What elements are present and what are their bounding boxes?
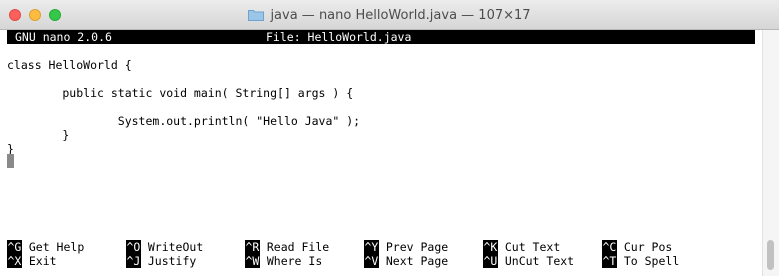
code-line: System.out.println( "Hello Java" ); <box>7 114 361 128</box>
shortcut-exit[interactable]: ^X Exit <box>7 254 57 268</box>
nano-file-label: File: HelloWorld.java <box>266 30 412 44</box>
shortcut-next-page[interactable]: ^V Next Page <box>364 254 448 268</box>
terminal-window: java — nano HelloWorld.java — 107×17 GNU… <box>0 0 779 276</box>
code-line: public static void main( String[] args )… <box>7 86 354 100</box>
window-title-group: java — nano HelloWorld.java — 107×17 <box>0 0 779 30</box>
shortcut-label: Get Help <box>28 240 85 254</box>
shortcut-prev-page[interactable]: ^Y Prev Page <box>364 240 448 254</box>
shortcut-key: ^R <box>245 240 260 254</box>
shortcut-label: WriteOut <box>147 240 204 254</box>
shortcut-key: ^G <box>7 240 22 254</box>
shortcut-key: ^C <box>602 240 617 254</box>
shortcut-get-help[interactable]: ^G Get Help <box>7 240 84 254</box>
shortcut-label: UnCut Text <box>504 254 575 268</box>
shortcut-key: ^Y <box>364 240 379 254</box>
vertical-scrollbar[interactable] <box>762 30 779 276</box>
shortcut-label: Prev Page <box>385 240 449 254</box>
shortcut-to-spell[interactable]: ^T To Spell <box>602 254 679 268</box>
window-title: java — nano HelloWorld.java — 107×17 <box>270 7 531 23</box>
shortcut-label: Exit <box>28 254 57 268</box>
shortcut-key: ^K <box>483 240 498 254</box>
text-cursor <box>7 154 14 168</box>
folder-icon <box>248 10 265 21</box>
shortcut-label: To Spell <box>623 254 680 268</box>
scrollbar-thumb[interactable] <box>767 240 774 270</box>
nano-version: GNU nano 2.0.6 <box>15 30 112 44</box>
shortcut-writeout[interactable]: ^O WriteOut <box>126 240 203 254</box>
shortcut-key: ^U <box>483 254 498 268</box>
shortcut-uncut-text[interactable]: ^U UnCut Text <box>483 254 574 268</box>
title-bar[interactable]: java — nano HelloWorld.java — 107×17 <box>0 0 779 30</box>
shortcut-cur-pos[interactable]: ^C Cur Pos <box>602 240 672 254</box>
shortcut-label: Where Is <box>266 254 323 268</box>
shortcut-label: Cut Text <box>504 240 561 254</box>
code-line: } <box>7 128 70 142</box>
shortcut-key: ^W <box>245 254 260 268</box>
shortcut-read-file[interactable]: ^R Read File <box>245 240 329 254</box>
shortcut-cut-text[interactable]: ^K Cut Text <box>483 240 560 254</box>
nano-header-bar: GNU nano 2.0.6 File: HelloWorld.java <box>7 30 755 44</box>
shortcut-key: ^J <box>126 254 141 268</box>
code-line: class HelloWorld { <box>7 58 132 72</box>
shortcut-label: Next Page <box>385 254 449 268</box>
shortcut-label: Read File <box>266 240 330 254</box>
shortcut-where-is[interactable]: ^W Where Is <box>245 254 322 268</box>
shortcut-key: ^O <box>126 240 141 254</box>
shortcut-key: ^V <box>364 254 379 268</box>
shortcut-label: Justify <box>147 254 197 268</box>
shortcut-justify[interactable]: ^J Justify <box>126 254 196 268</box>
shortcut-key: ^T <box>602 254 617 268</box>
shortcut-key: ^X <box>7 254 22 268</box>
terminal-content[interactable]: GNU nano 2.0.6 File: HelloWorld.java cla… <box>0 30 762 276</box>
shortcut-label: Cur Pos <box>623 240 673 254</box>
